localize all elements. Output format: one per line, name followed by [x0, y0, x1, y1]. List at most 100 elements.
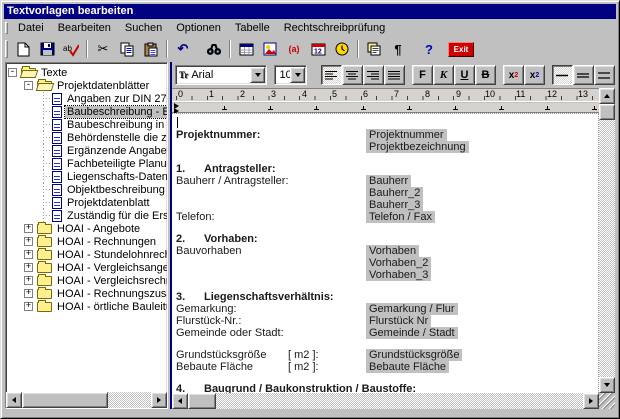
- scrollbar-track[interactable]: [216, 393, 583, 409]
- new-document-button[interactable]: [11, 39, 35, 60]
- tree-item-folder[interactable]: +HOAI - Vergleichsrechnung: [8, 274, 167, 287]
- tree-item[interactable]: Fachbeteiligte Planungsb: [8, 157, 167, 170]
- menubar-grip[interactable]: [5, 22, 8, 33]
- tree-item-texte[interactable]: - Texte: [8, 66, 167, 79]
- tab-stop-marker[interactable]: [592, 106, 597, 110]
- cut-button[interactable]: ✂: [91, 39, 115, 60]
- tree-expand-toggle[interactable]: +: [24, 276, 33, 285]
- menu-datei[interactable]: Datei: [11, 21, 51, 35]
- font-family-dropdown-button[interactable]: [250, 67, 265, 83]
- ruler[interactable]: 0 1 2 3 4 5 6 7 8 9 10 11 12 13 14: [172, 88, 599, 102]
- tab-stop-marker[interactable]: [499, 106, 504, 110]
- tree-item-folder[interactable]: +HOAI - Rechnungen: [8, 235, 167, 248]
- tree-item[interactable]: Liegenschafts-Datenblatt: [8, 170, 167, 183]
- tab-stop-marker[interactable]: [268, 106, 273, 110]
- help-button[interactable]: ?: [417, 39, 441, 60]
- format-paragraph-button[interactable]: [362, 39, 386, 60]
- title-bar[interactable]: Textvorlagen bearbeiten: [4, 4, 616, 19]
- resize-grip[interactable]: [599, 393, 615, 409]
- scroll-left-button[interactable]: [6, 392, 22, 408]
- align-right-button[interactable]: [363, 65, 384, 85]
- scrollbar-track[interactable]: [599, 120, 615, 377]
- italic-button[interactable]: K: [433, 65, 454, 85]
- copy-button[interactable]: [115, 39, 139, 60]
- scrollbar-track[interactable]: [108, 392, 151, 408]
- tree-item-folder[interactable]: +HOAI - Vergleichsangebot: [8, 261, 167, 274]
- tab-stop-marker[interactable]: [222, 106, 227, 110]
- indent-strip[interactable]: [172, 103, 599, 113]
- menu-suchen[interactable]: Suchen: [118, 21, 169, 35]
- scroll-down-button[interactable]: [599, 377, 615, 393]
- scrollbar-thumb[interactable]: [22, 392, 108, 408]
- tree-item[interactable]: Projektdatenblatt: [8, 196, 167, 209]
- tree-expand-toggle[interactable]: +: [24, 250, 33, 259]
- insert-date-button[interactable]: 12: [306, 39, 330, 60]
- insert-field-button[interactable]: (a): [282, 39, 306, 60]
- tab-stop-marker[interactable]: [545, 106, 550, 110]
- tree-item[interactable]: Angaben zur DIN 276: [8, 92, 167, 105]
- tree-expand-toggle[interactable]: +: [24, 302, 33, 311]
- menu-tabelle[interactable]: Tabelle: [228, 21, 277, 35]
- tree-expand-toggle[interactable]: +: [24, 263, 33, 272]
- scrollbar-thumb[interactable]: [188, 393, 216, 409]
- tree-item[interactable]: Objektbeschreibung: [8, 183, 167, 196]
- insert-image-button[interactable]: [258, 39, 282, 60]
- document-edit-area[interactable]: Projektnummer:Projektnummer Projektbezei…: [172, 113, 599, 393]
- tree-collapse-toggle[interactable]: -: [8, 68, 17, 77]
- show-paragraph-marks-button[interactable]: ¶: [386, 39, 410, 60]
- insert-table-button[interactable]: [234, 39, 258, 60]
- line-spacing-single-button[interactable]: [552, 65, 573, 85]
- scroll-right-button[interactable]: [583, 393, 599, 409]
- align-left-button[interactable]: [321, 65, 342, 85]
- font-size-select[interactable]: 10: [274, 65, 307, 85]
- tree-item-folder[interactable]: +HOAI - Angebote: [8, 222, 167, 235]
- spellcheck-button[interactable]: ab: [59, 39, 83, 60]
- tree-item-folder[interactable]: +HOAI - örtliche Bauleitung: [8, 300, 167, 313]
- editor-vertical-scrollbar[interactable]: [599, 88, 615, 393]
- align-center-button[interactable]: [342, 65, 363, 85]
- menu-rechtschreibpruefung[interactable]: Rechtschreibprüfung: [277, 21, 393, 35]
- save-button[interactable]: [35, 39, 59, 60]
- tree-item[interactable]: Behördenstelle die zu hör: [8, 131, 167, 144]
- menu-optionen[interactable]: Optionen: [169, 21, 228, 35]
- font-size-dropdown-button[interactable]: [290, 67, 305, 83]
- tree-expand-toggle[interactable]: +: [24, 289, 33, 298]
- strikethrough-button[interactable]: B: [475, 65, 496, 85]
- tree-item-selected[interactable]: Baubeschreibung - Eingab: [8, 105, 167, 118]
- font-family-select[interactable]: Tr Arial: [175, 65, 267, 85]
- line-spacing-double-button[interactable]: [594, 65, 615, 85]
- find-button[interactable]: [202, 39, 226, 60]
- truetype-icon: Tr: [179, 70, 188, 80]
- tree-item[interactable]: Zuständig für die Erschlie: [8, 209, 167, 222]
- subscript-button[interactable]: x2: [524, 65, 545, 85]
- tree-collapse-toggle[interactable]: -: [24, 81, 33, 90]
- scroll-left-button[interactable]: [172, 393, 188, 409]
- scroll-up-button[interactable]: [599, 88, 615, 104]
- toolbar-grip[interactable]: [5, 40, 8, 58]
- underline-button[interactable]: U: [454, 65, 475, 85]
- tree-item[interactable]: Baubeschreibung in Kurzf: [8, 118, 167, 131]
- tab-stop-marker[interactable]: [361, 106, 366, 110]
- tree-expand-toggle[interactable]: +: [24, 237, 33, 246]
- menu-bearbeiten[interactable]: Bearbeiten: [51, 21, 118, 35]
- scrollbar-thumb[interactable]: [599, 104, 615, 120]
- scroll-right-button[interactable]: [151, 392, 167, 408]
- undo-button[interactable]: ↶: [171, 39, 195, 60]
- paste-button[interactable]: [139, 39, 163, 60]
- tree-item-folder[interactable]: +HOAI - Stundelohnrechnunge: [8, 248, 167, 261]
- tab-stop-marker[interactable]: [314, 106, 319, 110]
- bold-button[interactable]: F: [412, 65, 433, 85]
- tree-item-folder[interactable]: +HOAI - Rechnungszusammen: [8, 287, 167, 300]
- editor-horizontal-scrollbar[interactable]: [172, 393, 599, 409]
- tree-item-projektdatenblaetter[interactable]: - Projektdatenblätter: [8, 79, 167, 92]
- tab-stop-marker[interactable]: [407, 106, 412, 110]
- tree-item[interactable]: Ergänzende Angaben zur: [8, 144, 167, 157]
- tab-stop-marker[interactable]: [453, 106, 458, 110]
- tree-horizontal-scrollbar[interactable]: [6, 392, 167, 408]
- line-spacing-onehalf-button[interactable]: [573, 65, 594, 85]
- tree-expand-toggle[interactable]: +: [24, 224, 33, 233]
- align-justify-button[interactable]: [384, 65, 405, 85]
- superscript-button[interactable]: x2: [503, 65, 524, 85]
- insert-time-button[interactable]: [330, 39, 354, 60]
- exit-button[interactable]: Exit: [448, 42, 474, 57]
